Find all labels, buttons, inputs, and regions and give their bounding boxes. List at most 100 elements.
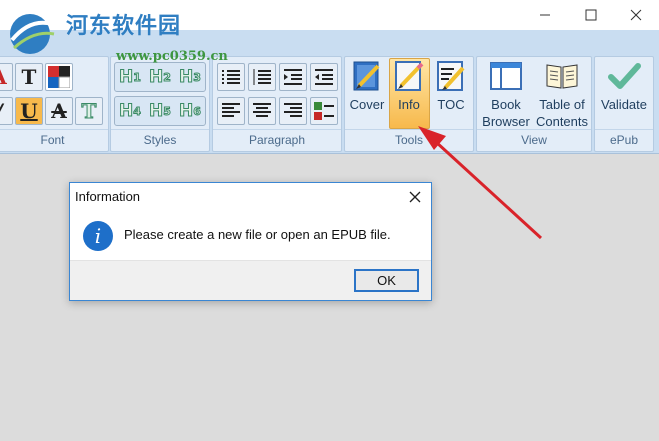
heading-5-number: 5 xyxy=(163,104,172,118)
heading-5-label: H xyxy=(149,101,164,122)
heading-3-label: H xyxy=(179,67,194,88)
validate-button[interactable]: Validate xyxy=(598,60,650,113)
cover-label: Cover xyxy=(349,97,385,112)
information-dialog: Information i Please create a new file o… xyxy=(69,182,432,301)
dialog-title: Information xyxy=(75,189,141,204)
ok-button[interactable]: OK xyxy=(354,269,419,292)
table-of-contents-button[interactable]: Table of Contents xyxy=(534,60,590,130)
open-book-icon xyxy=(546,64,578,89)
maximize-icon xyxy=(585,9,597,21)
heading-6-label: H xyxy=(179,101,194,122)
numbered-list-button[interactable] xyxy=(248,63,276,91)
book-browser-label-1: Book xyxy=(491,97,521,112)
heading-4-label: H xyxy=(119,101,134,122)
numbered-list-icon xyxy=(253,69,271,85)
window-close-button[interactable] xyxy=(613,0,659,30)
watermark-title: 河东软件园 xyxy=(66,13,182,39)
toc-view-label-2: Contents xyxy=(535,114,589,129)
toc-button[interactable]: TOC xyxy=(432,60,470,113)
dialog-close-button[interactable] xyxy=(405,187,425,207)
group-styles: H1 H2 H3 H4 H5 H6 Styles xyxy=(110,56,210,152)
italic-label: / xyxy=(0,99,3,123)
styles-group-separator xyxy=(111,129,209,130)
heading-4-number: 4 xyxy=(133,104,142,118)
info-pencil-icon xyxy=(395,61,424,91)
dialog-message: Please create a new file or open an EPUB… xyxy=(124,227,391,242)
heading-4-button[interactable]: H4 xyxy=(115,97,145,125)
minimize-icon xyxy=(540,14,550,16)
font-color-button[interactable]: A xyxy=(0,63,13,91)
toc-view-label-1: Table of xyxy=(539,97,585,112)
toc-pencil-icon xyxy=(437,61,465,91)
group-paragraph-label: Paragraph xyxy=(248,133,306,147)
heading-2-button[interactable]: H2 xyxy=(145,63,175,91)
color-swatch-icon xyxy=(48,66,70,88)
align-left-button[interactable] xyxy=(217,97,245,125)
font-t-label: T xyxy=(21,65,37,89)
strike-label: A xyxy=(51,99,67,123)
dialog-footer: OK xyxy=(70,260,431,300)
font-group-separator xyxy=(0,129,108,130)
paragraph-group-separator xyxy=(213,129,341,130)
heading-5-button[interactable]: H5 xyxy=(145,97,175,125)
heading-1-button[interactable]: H1 xyxy=(115,63,145,91)
align-center-button[interactable] xyxy=(248,97,276,125)
bullet-list-button[interactable] xyxy=(217,63,245,91)
heading-3-button[interactable]: H3 xyxy=(175,63,205,91)
info-icon: i xyxy=(83,221,113,251)
cover-book-icon xyxy=(353,61,380,91)
ab-list-icon xyxy=(314,102,334,120)
minimize-button[interactable] xyxy=(522,0,568,30)
info-button[interactable]: Info xyxy=(390,60,428,113)
close-icon xyxy=(630,9,642,21)
group-view-label: View xyxy=(521,133,547,147)
align-right-button[interactable] xyxy=(279,97,307,125)
group-font: A T / U A T Font xyxy=(0,56,109,152)
validate-label: Validate xyxy=(600,97,647,112)
italic-button[interactable]: / xyxy=(0,97,13,125)
info-label: Info xyxy=(398,97,420,112)
underline-label: U xyxy=(20,99,38,123)
book-browser-button[interactable]: Book Browser xyxy=(480,60,532,130)
cover-button[interactable]: Cover xyxy=(348,60,386,113)
close-icon xyxy=(409,191,421,203)
group-paragraph: Paragraph xyxy=(212,56,342,152)
group-tools-label: Tools xyxy=(394,133,423,147)
tools-group-separator xyxy=(345,129,473,130)
list-style-button[interactable] xyxy=(310,97,338,125)
maximize-button[interactable] xyxy=(568,0,614,30)
align-center-icon xyxy=(253,103,271,117)
text-style-button[interactable]: T xyxy=(75,97,103,125)
outdent-icon xyxy=(315,69,333,85)
font-a-label: A xyxy=(0,65,7,89)
watermark-logo-icon xyxy=(10,14,55,54)
font-text-button[interactable]: T xyxy=(15,63,43,91)
book-browser-label-2: Browser xyxy=(482,114,530,129)
heading-2-label: H xyxy=(149,67,164,88)
bullet-list-icon xyxy=(222,70,240,84)
outline-t-label: T xyxy=(81,99,97,124)
checkmark-icon xyxy=(608,63,641,89)
watermark-url: www.pc0359.cn xyxy=(116,49,228,64)
book-browser-icon xyxy=(490,62,522,90)
align-right-icon xyxy=(284,103,302,117)
group-styles-label: Styles xyxy=(143,133,177,147)
highlight-color-button[interactable] xyxy=(45,63,73,91)
watermark: 河东软件园 www.pc0359.cn xyxy=(4,2,244,64)
heading-1-label: H xyxy=(119,67,134,88)
heading-6-number: 6 xyxy=(193,104,202,118)
heading-2-number: 2 xyxy=(163,70,172,84)
toc-label: TOC xyxy=(437,97,465,112)
indent-icon xyxy=(284,69,302,85)
heading-3-number: 3 xyxy=(193,70,202,84)
epub-group-separator xyxy=(595,129,653,130)
underline-button[interactable]: U xyxy=(15,97,43,125)
group-font-label: Font xyxy=(40,133,65,147)
heading-6-button[interactable]: H6 xyxy=(175,97,205,125)
outdent-button[interactable] xyxy=(310,63,338,91)
indent-button[interactable] xyxy=(279,63,307,91)
group-epub-label: ePub xyxy=(609,133,639,147)
strikethrough-button[interactable]: A xyxy=(45,97,73,125)
align-left-icon xyxy=(222,103,240,117)
heading-1-number: 1 xyxy=(133,70,142,84)
